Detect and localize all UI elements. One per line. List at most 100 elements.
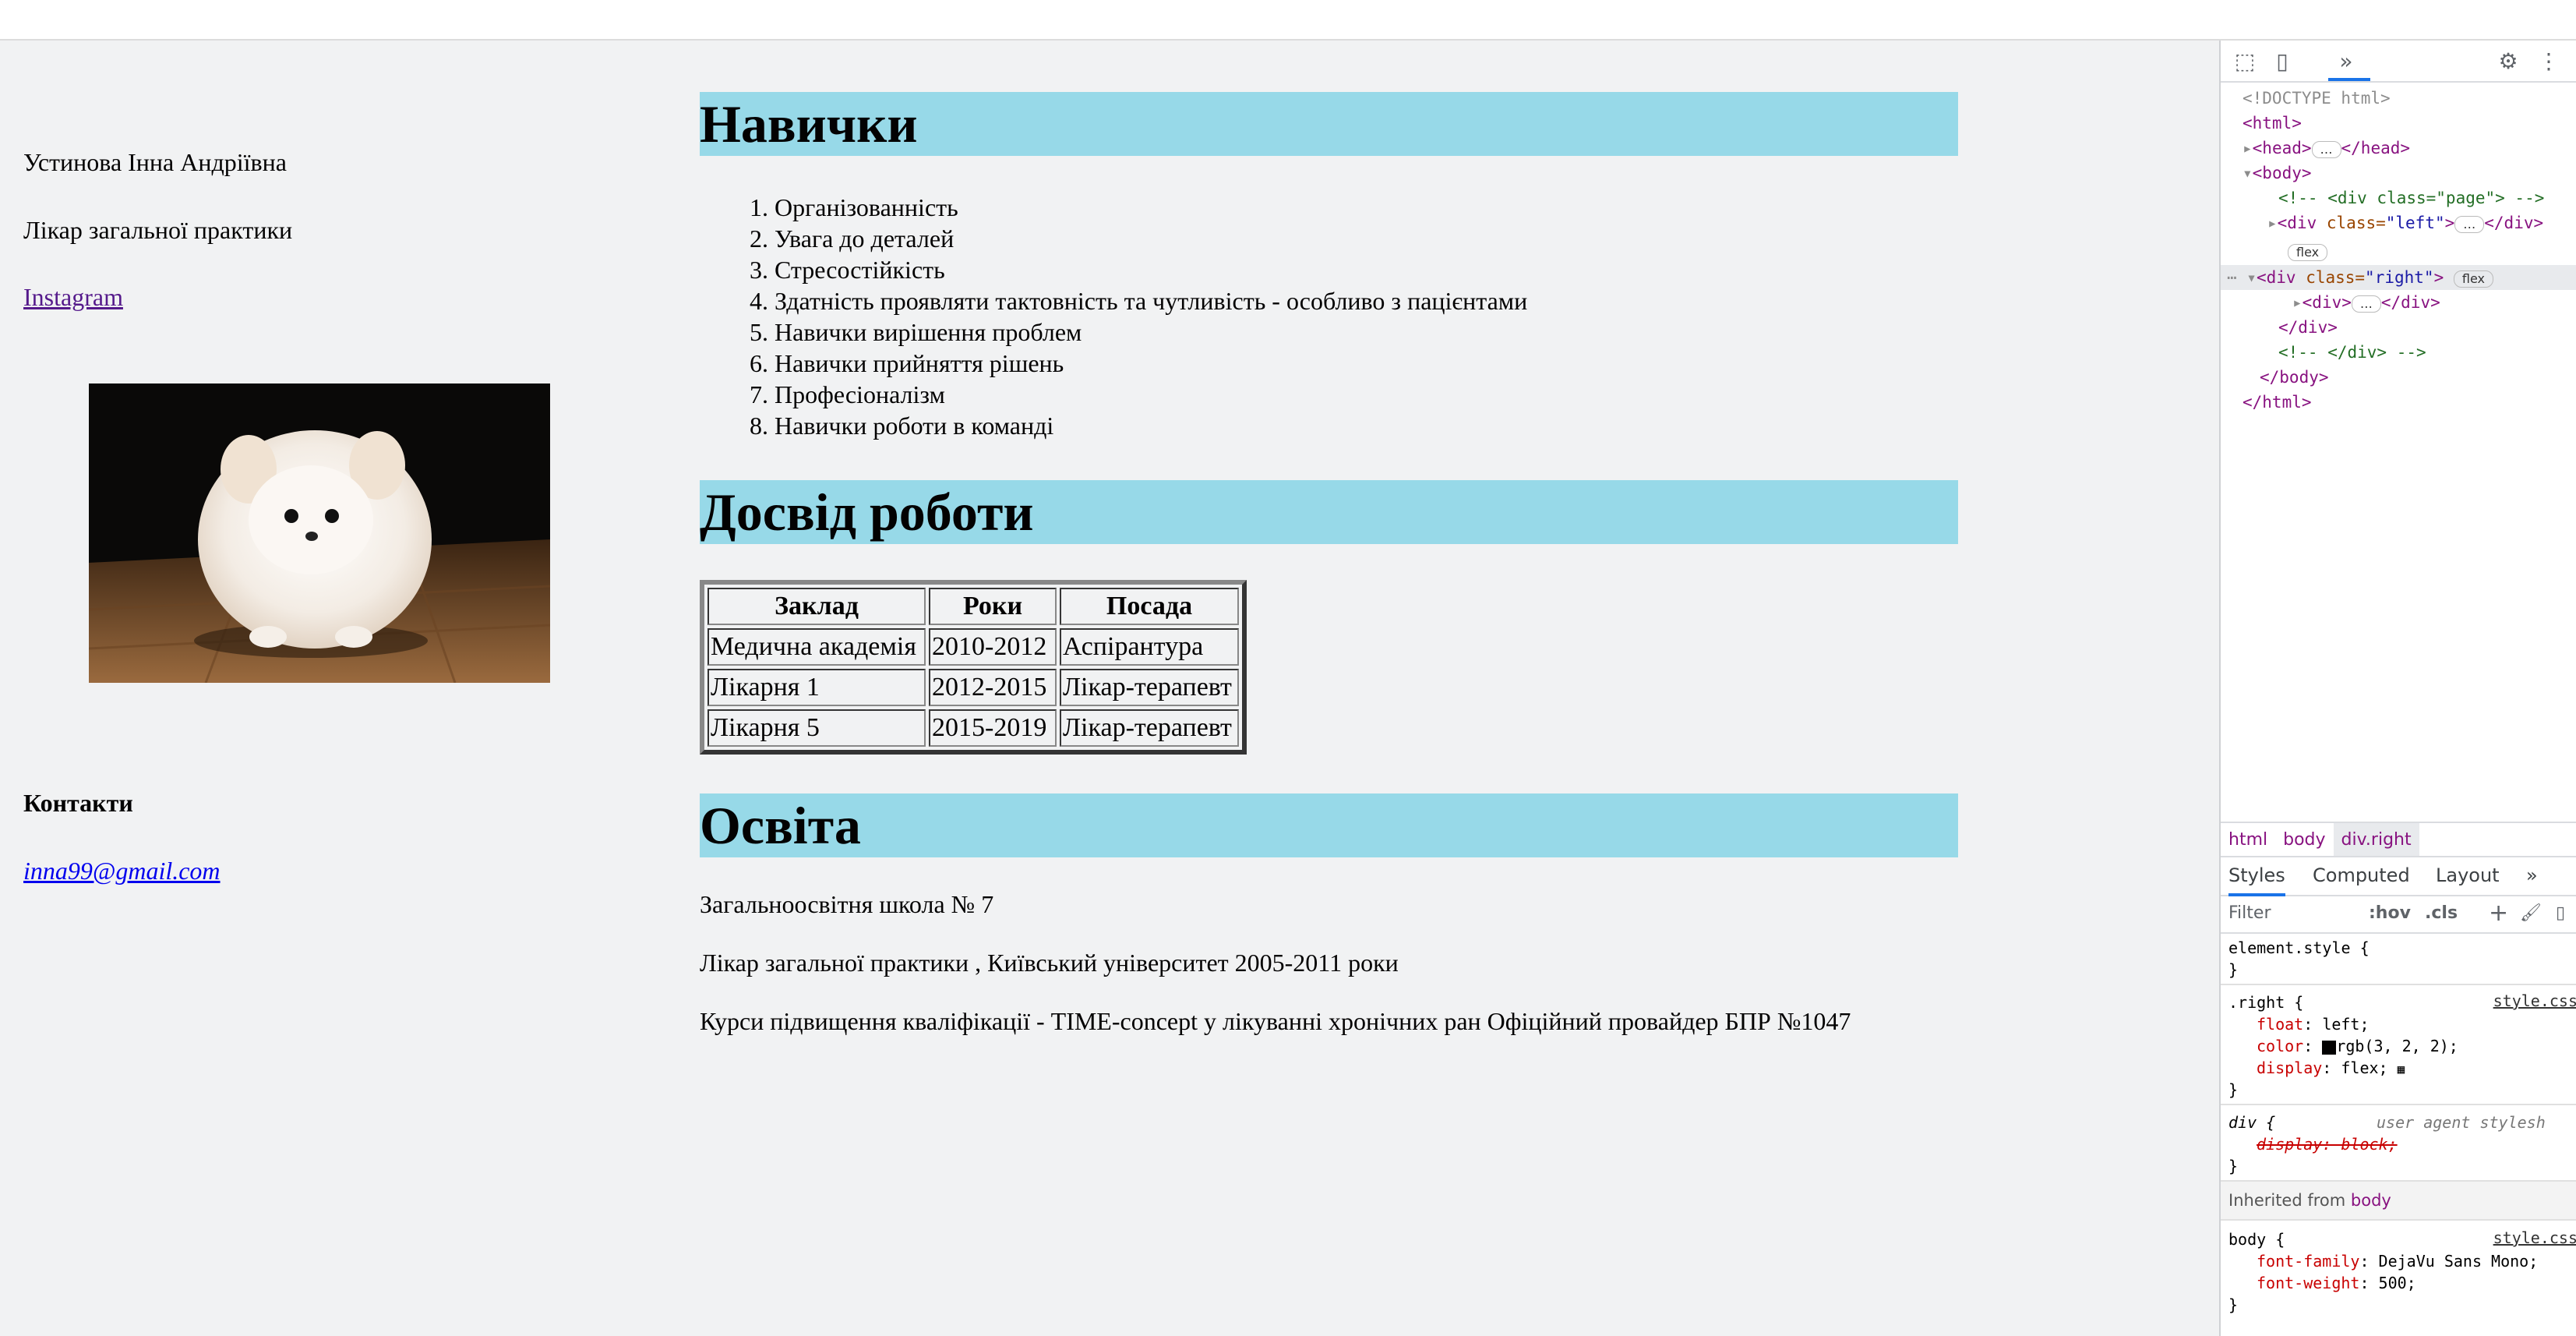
contacts-heading: Контакти xyxy=(23,789,133,817)
cls-toggle[interactable]: .cls xyxy=(2425,895,2458,932)
dom-flex-badge[interactable]: flex xyxy=(2288,239,2328,263)
more-tabs-icon[interactable]: » xyxy=(2333,48,2359,75)
dom-body-close[interactable]: </body> xyxy=(2260,365,2329,390)
prop-float[interactable]: float: left; xyxy=(2257,1013,2370,1035)
collapsed-ellipsis[interactable]: … xyxy=(2311,141,2341,158)
column-header: Заклад xyxy=(708,588,926,625)
table-cell: Лікар-терапевт xyxy=(1060,709,1239,747)
table-row: Лікарня 1 2012-2015 Лікар-терапевт xyxy=(708,669,1239,706)
prop-font-family[interactable]: font-family: DejaVu Sans Mono; xyxy=(2257,1250,2538,1272)
profile-photo xyxy=(89,383,550,683)
rule-element-style[interactable]: element.style { xyxy=(2228,937,2370,959)
breadcrumb: html body div.right xyxy=(2221,822,2576,857)
table-cell: Лікарня 1 xyxy=(708,669,926,706)
sidebar-toggle-icon[interactable]: ▯ xyxy=(2556,895,2565,932)
more-subtabs-icon[interactable]: » xyxy=(2526,857,2538,893)
education-line: Лікар загальної практики , Київський уні… xyxy=(700,949,1399,977)
experience-heading: Досвід роботи xyxy=(700,480,1958,544)
gear-icon[interactable]: ⚙ xyxy=(2495,48,2521,75)
devtools-toolbar: ⬚ ▯ » ⚙ ⋮ xyxy=(2221,41,2576,83)
dom-html-open[interactable]: <html> xyxy=(2243,111,2302,136)
dom-inner-div[interactable]: ▸<div>… </div> xyxy=(2292,290,2440,315)
experience-table: Заклад Роки Посада Медична академія 2010… xyxy=(700,580,1247,755)
table-cell: Лікарня 5 xyxy=(708,709,926,747)
education-line: Загальноосвітня школа № 7 xyxy=(700,890,994,918)
dom-body-node[interactable]: ▾<body> xyxy=(2243,161,2312,186)
list-item: 8. Навички роботи в команді xyxy=(750,412,1054,440)
prop-display[interactable]: display: flex; ▦ xyxy=(2257,1057,2405,1080)
rule-close: } xyxy=(2228,1295,2239,1314)
skills-heading: Навички xyxy=(700,92,1958,156)
filter-input[interactable]: Filter xyxy=(2228,895,2271,932)
color-swatch[interactable] xyxy=(2322,1040,2337,1055)
collapse-arrow-icon[interactable]: ▾ xyxy=(2246,268,2257,287)
table-cell: Медична академія xyxy=(708,628,926,666)
list-item: 7. Професіоналізм xyxy=(750,380,945,408)
rule-source-link[interactable]: style.css xyxy=(2493,991,2576,1010)
table-cell: 2012-2015 xyxy=(929,669,1057,706)
education-line: Курси підвищення кваліфікації - TIME-con… xyxy=(700,1007,1851,1035)
breadcrumb-body[interactable]: body xyxy=(2275,823,2333,857)
styles-filter-bar: Filter :hov .cls + 🖌 ▯ xyxy=(2221,895,2576,934)
dom-div-left[interactable]: ▸<div class="left">… </div> xyxy=(2267,210,2543,235)
list-item: 4. Здатність проявляти тактовність та чу… xyxy=(750,287,1528,315)
prop-font-weight[interactable]: font-weight: 500; xyxy=(2257,1272,2416,1294)
education-heading: Освіта xyxy=(700,793,1958,857)
paint-bucket-icon[interactable]: 🖌 xyxy=(2520,895,2542,932)
rule-body-selector[interactable]: body { xyxy=(2228,1228,2285,1250)
inherited-from-link[interactable]: body xyxy=(2351,1191,2391,1210)
expand-arrow-icon[interactable]: ▸ xyxy=(2292,293,2303,312)
add-rule-icon[interactable]: + xyxy=(2489,895,2508,932)
collapsed-ellipsis[interactable]: … xyxy=(2454,216,2485,233)
expand-arrow-icon[interactable]: ▸ xyxy=(2267,214,2278,232)
dom-div-close[interactable]: </div> xyxy=(2278,315,2338,340)
breadcrumb-html[interactable]: html xyxy=(2221,823,2275,857)
user-agent-label: user agent stylesh xyxy=(2377,1113,2546,1132)
dom-head-node[interactable]: ▸<head>… </head> xyxy=(2243,136,2410,161)
rule-right-selector[interactable]: .right { xyxy=(2228,991,2303,1013)
rule-div-selector[interactable]: div { xyxy=(2228,1112,2275,1133)
person-role: Лікар загальної практики xyxy=(23,216,293,244)
dom-comment-close[interactable]: <!-- </div> --> xyxy=(2278,340,2426,365)
collapsed-ellipsis[interactable]: … xyxy=(2351,295,2381,313)
rule-close: } xyxy=(2228,960,2239,979)
list-item: 3. Стресостійкість xyxy=(750,256,945,284)
browser-top-strip xyxy=(0,0,2576,41)
expand-arrow-icon[interactable]: ▸ xyxy=(2243,139,2253,157)
column-header: Роки xyxy=(929,588,1057,625)
dom-comment-page[interactable]: <!-- <div class="page"> --> xyxy=(2278,186,2544,210)
table-cell: Аспірантура xyxy=(1060,628,1239,666)
tab-styles[interactable]: Styles xyxy=(2228,857,2285,896)
device-toolbar-icon[interactable]: ▯ xyxy=(2269,48,2295,75)
tab-layout[interactable]: Layout xyxy=(2436,857,2500,893)
list-item: 1. Організованність xyxy=(750,193,958,221)
rule-close: } xyxy=(2228,1080,2239,1099)
dom-html-close[interactable]: </html> xyxy=(2243,390,2312,415)
tab-computed[interactable]: Computed xyxy=(2313,857,2410,893)
rule-close: } xyxy=(2228,1157,2239,1175)
email-link[interactable]: inna99@gmail.com xyxy=(23,857,221,885)
list-item: 5. Навички вирішення проблем xyxy=(750,318,1082,346)
list-item: 2. Увага до деталей xyxy=(750,224,955,253)
hov-toggle[interactable]: :hov xyxy=(2369,895,2411,932)
list-item: 6. Навички прийняття рішень xyxy=(750,349,1064,377)
table-cell: 2010-2012 xyxy=(929,628,1057,666)
table-row: Лікарня 5 2015-2019 Лікар-терапевт xyxy=(708,709,1239,747)
dom-div-right[interactable]: ⋯ ▾<div class="right"> flex xyxy=(2227,265,2493,290)
rule-divider xyxy=(2221,1104,2576,1105)
instagram-link[interactable]: Instagram xyxy=(23,283,123,312)
inherited-header: Inherited from body xyxy=(2221,1180,2576,1221)
table-cell: Лікар-терапевт xyxy=(1060,669,1239,706)
collapse-arrow-icon[interactable]: ▾ xyxy=(2243,164,2253,182)
table-header-row: Заклад Роки Посада xyxy=(708,588,1239,625)
kebab-menu-icon[interactable]: ⋮ xyxy=(2535,48,2562,75)
flexbox-editor-icon[interactable]: ▦ xyxy=(2398,1062,2405,1076)
breadcrumb-div-right[interactable]: div.right xyxy=(2333,823,2419,857)
inspect-element-icon[interactable]: ⬚ xyxy=(2232,48,2258,75)
skills-list: 1. Організованність 2. Увага до деталей … xyxy=(700,192,1527,441)
rule-source-link[interactable]: style.css xyxy=(2493,1228,2576,1247)
table-cell: 2015-2019 xyxy=(929,709,1057,747)
prop-color[interactable]: color: rgb(3, 2, 2); xyxy=(2257,1035,2458,1057)
prop-display-overridden[interactable]: display: block; xyxy=(2257,1133,2398,1155)
table-row: Медична академія 2010-2012 Аспірантура xyxy=(708,628,1239,666)
